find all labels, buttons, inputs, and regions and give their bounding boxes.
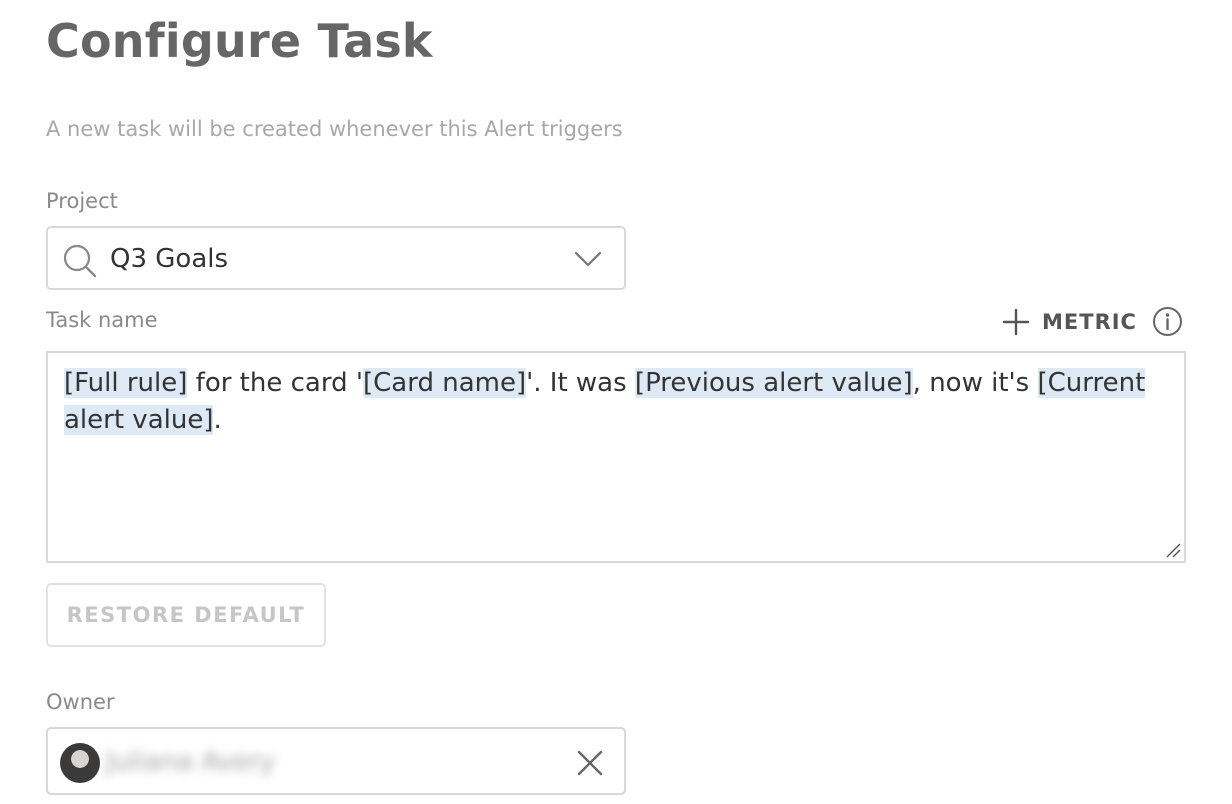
page-title: Configure Task bbox=[46, 14, 433, 68]
task-name-segment: . bbox=[213, 405, 222, 435]
task-name-segment: for the card ' bbox=[187, 368, 363, 398]
task-name-segment: , now it's bbox=[912, 368, 1038, 398]
metric-label: METRIC bbox=[1042, 310, 1137, 334]
add-metric-button[interactable]: METRIC bbox=[1002, 306, 1137, 338]
task-name-label: Task name bbox=[46, 308, 158, 332]
project-select-value: Q3 Goals bbox=[110, 244, 229, 274]
plus-icon bbox=[1002, 308, 1030, 336]
resize-handle-icon[interactable] bbox=[1165, 542, 1181, 558]
owner-select[interactable]: Juliana Avery bbox=[46, 727, 626, 795]
owner-name: Juliana Avery bbox=[106, 747, 275, 777]
close-icon[interactable] bbox=[576, 749, 604, 777]
chevron-down-icon bbox=[574, 251, 602, 267]
project-select[interactable]: Q3 Goals bbox=[46, 226, 626, 290]
page-subtitle: A new task will be created whenever this… bbox=[46, 117, 623, 141]
task-name-segment: [Previous alert value] bbox=[634, 368, 913, 398]
search-icon bbox=[63, 244, 97, 278]
avatar bbox=[60, 743, 100, 783]
project-label: Project bbox=[46, 189, 118, 213]
task-name-textarea[interactable]: [Full rule] for the card '[Card name]'. … bbox=[46, 351, 1186, 563]
task-name-segment: '. It was bbox=[526, 368, 635, 398]
task-name-segment: [Card name] bbox=[363, 368, 527, 398]
task-name-segment: [Full rule] bbox=[64, 368, 188, 398]
restore-default-button[interactable]: RESTORE DEFAULT bbox=[46, 583, 326, 647]
info-icon[interactable] bbox=[1152, 306, 1183, 337]
owner-label: Owner bbox=[46, 690, 115, 714]
configure-task-page: Configure Task A new task will be create… bbox=[0, 0, 1232, 804]
